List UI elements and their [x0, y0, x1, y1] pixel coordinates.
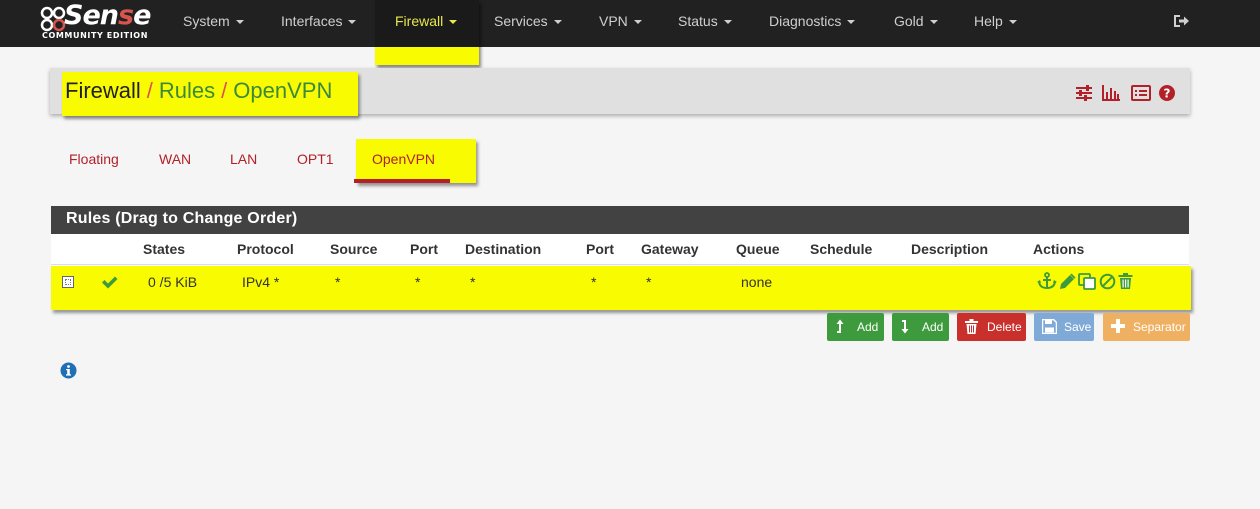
- logo-wordmark: Sense: [64, 0, 151, 31]
- cell-source: *: [335, 274, 341, 290]
- breadcrumb-openvpn[interactable]: OpenVPN: [233, 78, 332, 103]
- col-header-states[interactable]: States: [143, 241, 185, 257]
- col-header-destination[interactable]: Destination: [465, 241, 541, 257]
- trash-icon: [965, 319, 978, 334]
- nav-help[interactable]: Help: [974, 0, 1017, 47]
- breadcrumb: Firewall / Rules / OpenVPN: [65, 78, 332, 104]
- col-header-protocol[interactable]: Protocol: [237, 241, 294, 257]
- cell-queue: none: [741, 274, 773, 290]
- trash-icon[interactable]: [1118, 273, 1133, 290]
- caret-down-icon: [633, 20, 642, 24]
- caret-down-icon: [348, 20, 357, 24]
- nav-status[interactable]: Status: [678, 0, 732, 47]
- caret-down-icon: [723, 20, 732, 24]
- sign-out-icon[interactable]: [1172, 12, 1190, 30]
- cell-protocol: IPv4 *: [242, 274, 280, 290]
- caret-down-icon: [1008, 20, 1017, 24]
- top-navbar: Sense COMMUNITY EDITION System Interface…: [0, 0, 1260, 65]
- col-header-source[interactable]: Source: [330, 241, 377, 257]
- header-divider: [51, 264, 1189, 265]
- col-header-queue[interactable]: Queue: [736, 241, 780, 257]
- col-header-source-port[interactable]: Port: [410, 241, 438, 257]
- logo-edition: COMMUNITY EDITION: [42, 31, 149, 40]
- nav-gold[interactable]: Gold: [894, 0, 938, 47]
- nav-services[interactable]: Services: [494, 0, 562, 47]
- logo-mark-icon: [40, 6, 66, 32]
- breadcrumb-rules[interactable]: Rules: [159, 78, 215, 103]
- breadcrumb-separator: /: [146, 78, 153, 103]
- nav-firewall[interactable]: Firewall: [395, 0, 458, 47]
- breadcrumb-separator: /: [221, 78, 228, 103]
- tab-opt1[interactable]: OPT1: [297, 151, 334, 167]
- sliders-icon[interactable]: [1075, 84, 1093, 102]
- nav-diagnostics[interactable]: Diagnostics: [769, 0, 856, 47]
- list-alt-icon[interactable]: [1131, 84, 1151, 102]
- level-down-icon: [901, 320, 909, 334]
- cell-source-port: *: [415, 274, 421, 290]
- svg-text:?: ?: [1164, 87, 1171, 101]
- row-select-checkbox[interactable]: [62, 276, 74, 288]
- nav-system[interactable]: System: [183, 0, 244, 47]
- tab-floating[interactable]: Floating: [69, 151, 119, 167]
- check-icon: [102, 276, 118, 289]
- col-header-description[interactable]: Description: [911, 241, 988, 257]
- active-tab-indicator: [354, 179, 450, 183]
- nav-vpn[interactable]: VPN: [599, 0, 642, 47]
- cell-gateway: *: [646, 274, 652, 290]
- cell-destination-port: *: [591, 274, 597, 290]
- question-circle-icon[interactable]: ?: [1158, 84, 1176, 102]
- pfsense-logo[interactable]: Sense COMMUNITY EDITION: [40, 0, 152, 42]
- delete-button[interactable]: Delete: [957, 313, 1026, 341]
- level-up-icon: [836, 319, 844, 333]
- tab-openvpn[interactable]: OpenVPN: [372, 151, 435, 167]
- plus-icon: [1111, 319, 1125, 333]
- floppy-disk-icon: [1042, 319, 1057, 334]
- caret-down-icon: [235, 20, 244, 24]
- col-header-actions: Actions: [1033, 241, 1085, 257]
- nav-interfaces[interactable]: Interfaces: [281, 0, 357, 47]
- save-button[interactable]: Save: [1034, 313, 1094, 341]
- caret-down-icon: [929, 20, 938, 24]
- col-header-destination-port[interactable]: Port: [586, 241, 614, 257]
- breadcrumb-firewall: Firewall: [65, 78, 141, 103]
- anchor-icon[interactable]: [1037, 272, 1057, 290]
- add-rule-bottom-button[interactable]: Add: [892, 313, 949, 341]
- cell-destination: *: [470, 274, 476, 290]
- caret-down-icon: [449, 20, 458, 24]
- add-rule-top-button[interactable]: Add: [827, 313, 884, 341]
- cell-states[interactable]: 0 /5 KiB: [148, 274, 197, 290]
- col-header-gateway[interactable]: Gateway: [641, 241, 699, 257]
- bar-chart-icon[interactable]: [1101, 84, 1121, 102]
- caret-down-icon: [847, 20, 856, 24]
- info-circle-icon[interactable]: [60, 362, 77, 379]
- rules-panel-title: Rules (Drag to Change Order): [66, 210, 298, 227]
- pencil-icon[interactable]: [1059, 273, 1076, 290]
- add-separator-button[interactable]: Separator: [1103, 313, 1190, 341]
- tab-lan[interactable]: LAN: [230, 151, 257, 167]
- caret-down-icon: [553, 20, 562, 24]
- ban-icon[interactable]: [1099, 273, 1116, 290]
- col-header-schedule[interactable]: Schedule: [810, 241, 872, 257]
- copy-icon[interactable]: [1078, 273, 1097, 290]
- table-row[interactable]: [51, 266, 1191, 310]
- tab-wan[interactable]: WAN: [159, 151, 191, 167]
